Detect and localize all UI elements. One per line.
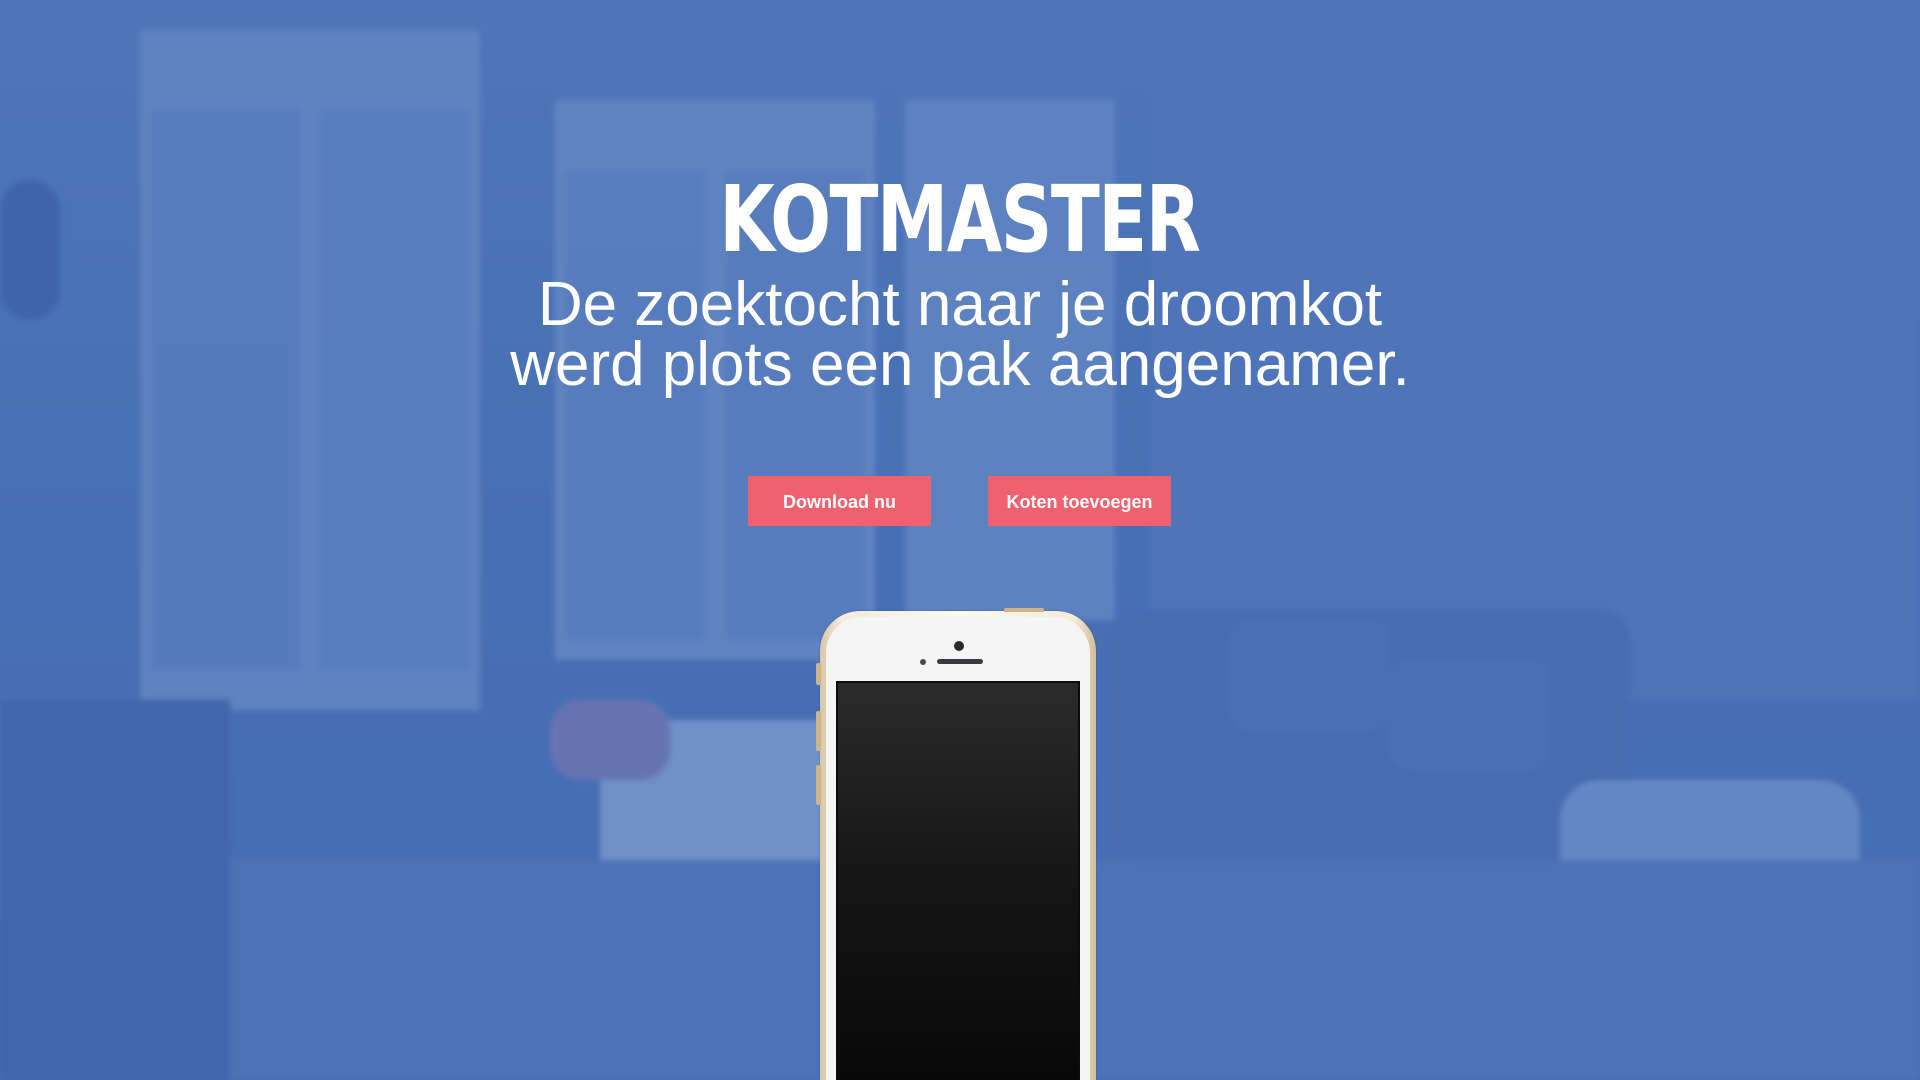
tagline-line-1: De zoektocht naar je droomkot <box>537 270 1383 339</box>
phone-mockup-icon <box>816 608 1096 1080</box>
phone-power-button <box>1004 608 1044 612</box>
phone-volume-down-button <box>816 765 821 805</box>
tagline-line-2: werd plots een pak aangenamer. <box>510 330 1410 399</box>
download-button[interactable]: Download nu <box>748 476 931 526</box>
hero-section: KOTMASTER De zoektocht naar je droomkot … <box>0 0 1920 1080</box>
phone-front-face <box>826 617 1090 1080</box>
add-listing-button[interactable]: Koten toevoegen <box>988 476 1171 526</box>
phone-sensor-icon <box>920 659 926 665</box>
hero-tagline: De zoektocht naar je droomkot werd plots… <box>0 270 1920 399</box>
phone-volume-up-button <box>816 711 821 751</box>
brand-logo-text: KOTMASTER <box>719 166 1201 273</box>
phone-mute-switch <box>816 663 821 685</box>
phone-camera-icon <box>954 641 964 651</box>
phone-speaker-icon <box>937 659 983 664</box>
phone-screen <box>836 681 1080 1080</box>
